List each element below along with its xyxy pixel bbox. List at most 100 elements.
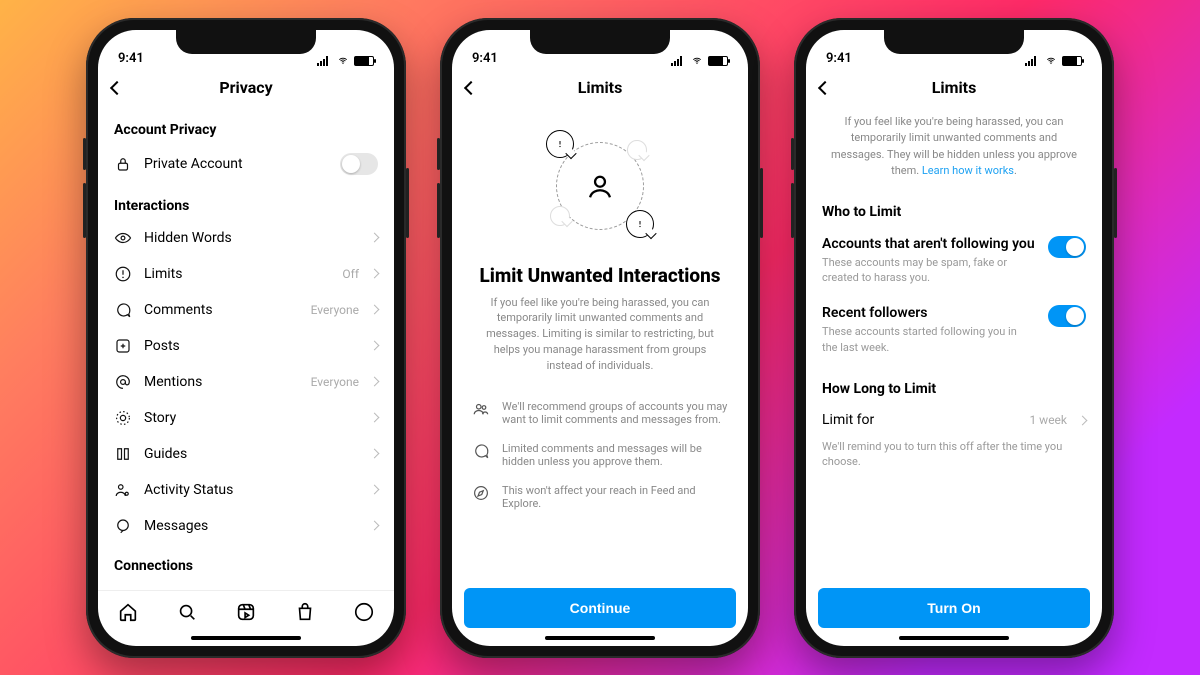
chevron-right-icon [1078, 415, 1088, 425]
activity-label: Activity Status [144, 482, 359, 498]
header: Limits [806, 68, 1102, 108]
wifi-icon [690, 56, 704, 66]
row-hidden-words[interactable]: Hidden Words [114, 220, 378, 256]
speech-alert-icon [626, 210, 654, 238]
signal-icon [671, 56, 686, 66]
header: Privacy [98, 68, 394, 108]
phone-limits-intro: 9:41 Limits Limit Unwanted Interactions [440, 18, 760, 658]
row-activity-status[interactable]: Activity Status [114, 472, 378, 508]
row-limit-for[interactable]: Limit for 1 week [822, 403, 1086, 437]
chevron-left-icon [110, 80, 124, 94]
row-story[interactable]: Story [114, 400, 378, 436]
status-time: 9:41 [826, 51, 852, 66]
tab-shop[interactable] [294, 601, 316, 627]
home-indicator[interactable] [191, 636, 301, 640]
signal-icon [317, 56, 332, 66]
messages-icon [114, 517, 132, 535]
chevron-right-icon [370, 449, 380, 459]
toggle-recent-followers[interactable] [1048, 305, 1086, 327]
row-messages[interactable]: Messages [114, 508, 378, 544]
status-time: 9:41 [118, 51, 144, 66]
eye-icon [114, 229, 132, 247]
page-title: Limits [578, 78, 623, 97]
story-label: Story [144, 410, 359, 426]
row-posts[interactable]: Posts [114, 328, 378, 364]
option-desc: These accounts started following you in … [822, 324, 1038, 355]
activity-icon [114, 481, 132, 499]
section-interactions: Interactions [114, 198, 378, 214]
learn-link[interactable]: Learn how it works [922, 164, 1014, 177]
row-mentions[interactable]: Mentions Everyone [114, 364, 378, 400]
page-title: Limits [932, 78, 977, 97]
chevron-right-icon [370, 341, 380, 351]
chevron-right-icon [370, 485, 380, 495]
mentions-value: Everyone [311, 375, 359, 389]
signal-icon [1025, 56, 1040, 66]
status-time: 9:41 [472, 51, 498, 66]
at-icon [114, 373, 132, 391]
mentions-label: Mentions [144, 374, 299, 390]
limit-for-value: 1 week [1029, 413, 1067, 427]
battery-icon [354, 56, 374, 66]
back-button[interactable] [820, 78, 830, 97]
chevron-left-icon [464, 80, 478, 94]
chevron-right-icon [370, 377, 380, 387]
private-account-label: Private Account [144, 156, 328, 172]
speech-alert-icon [546, 130, 574, 158]
limits-value: Off [342, 267, 359, 281]
toggle-not-following[interactable] [1048, 236, 1086, 258]
bullet-text: We'll recommend groups of accounts you m… [502, 400, 728, 426]
back-button[interactable] [466, 78, 476, 97]
bullet-hidden: Limited comments and messages will be hi… [468, 434, 732, 476]
option-recent-followers: Recent followers These accounts started … [822, 295, 1086, 365]
chevron-right-icon [370, 269, 380, 279]
bullet-text: Limited comments and messages will be hi… [502, 442, 728, 468]
row-guides[interactable]: Guides [114, 436, 378, 472]
row-limits[interactable]: Limits Off [114, 256, 378, 292]
phone-limits-config: 9:41 Limits If you feel like you're bein… [794, 18, 1114, 658]
home-indicator[interactable] [545, 636, 655, 640]
messages-label: Messages [144, 518, 359, 534]
guides-label: Guides [144, 446, 359, 462]
tab-search[interactable] [176, 601, 198, 627]
comments-label: Comments [144, 302, 299, 318]
compass-icon [472, 484, 490, 502]
battery-icon [708, 56, 728, 66]
option-not-following: Accounts that aren't following you These… [822, 226, 1086, 296]
header: Limits [452, 68, 748, 108]
chevron-left-icon [818, 80, 832, 94]
phone-privacy: 9:41 Privacy Account Privacy Private Acc… [86, 18, 406, 658]
bullet-reach: This won't affect your reach in Feed and… [468, 476, 732, 518]
bullet-recommend: We'll recommend groups of accounts you m… [468, 392, 732, 434]
row-comments[interactable]: Comments Everyone [114, 292, 378, 328]
tab-reels[interactable] [235, 601, 257, 627]
illustration [468, 116, 732, 256]
chevron-right-icon [370, 521, 380, 531]
plus-square-icon [114, 337, 132, 355]
tab-home[interactable] [117, 601, 139, 627]
headline: Limit Unwanted Interactions [468, 264, 732, 287]
back-button[interactable] [112, 78, 122, 97]
option-desc: These accounts may be spam, fake or crea… [822, 255, 1038, 286]
chevron-right-icon [370, 413, 380, 423]
comment-icon [114, 301, 132, 319]
chevron-right-icon [370, 233, 380, 243]
section-connections: Connections [114, 558, 378, 574]
chevron-right-icon [370, 305, 380, 315]
continue-button[interactable]: Continue [464, 588, 736, 628]
comments-value: Everyone [311, 303, 359, 317]
option-title: Accounts that aren't following you [822, 236, 1038, 252]
page-title: Privacy [219, 78, 272, 97]
row-private-account[interactable]: Private Account [114, 144, 378, 184]
tab-profile[interactable] [353, 601, 375, 627]
lock-icon [114, 155, 132, 173]
intro-text: If you feel like you're being harassed, … [822, 108, 1086, 190]
home-indicator[interactable] [899, 636, 1009, 640]
turn-on-button[interactable]: Turn On [818, 588, 1090, 628]
section-account-privacy: Account Privacy [114, 122, 378, 138]
intro-paragraph: If you feel like you're being harassed, … [468, 295, 732, 375]
reminder-text: We'll remind you to turn this off after … [822, 439, 1086, 470]
private-account-toggle[interactable] [340, 153, 378, 175]
limits-label: Limits [144, 266, 330, 282]
option-title: Recent followers [822, 305, 1038, 321]
